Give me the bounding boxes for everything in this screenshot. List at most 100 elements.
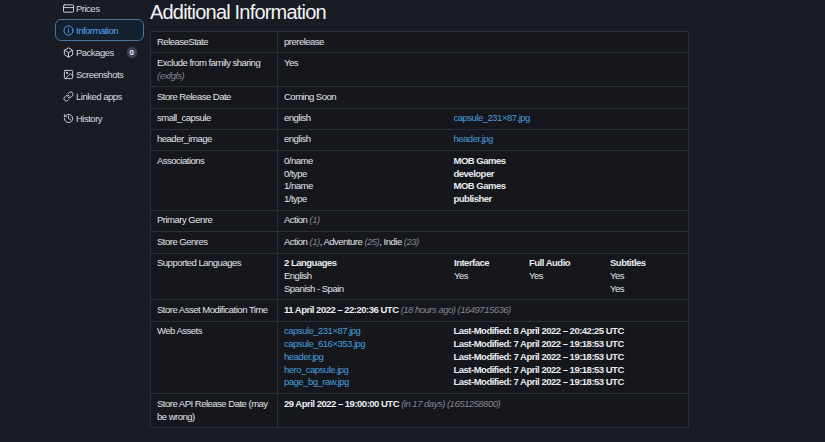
- value-text: 0/type: [284, 168, 307, 179]
- value-line: 29 April 2022 – 19:00:00 UTC (in 17 days…: [284, 398, 682, 411]
- value-muted: (1651258800): [445, 398, 500, 409]
- sidebar-item-history[interactable]: History: [55, 107, 144, 129]
- row-label-text: small_capsule: [157, 112, 211, 123]
- value-line: MOB Games: [454, 180, 683, 193]
- row-value: 2 LanguagesInterfaceFull AudioSubtitlesE…: [278, 253, 689, 300]
- value-bold: publisher: [454, 193, 492, 204]
- value-line: 0/type: [284, 168, 442, 181]
- languages-value: Yes: [454, 270, 468, 281]
- row-value-detail: Last-Modified: 8 April 2022 – 20:42:25 U…: [448, 321, 689, 393]
- screenshots-icon: [63, 69, 74, 80]
- prices-icon: [63, 3, 74, 14]
- languages-cell: Yes: [604, 283, 688, 296]
- row-value: 29 April 2022 – 19:00:00 UTC (in 17 days…: [278, 394, 689, 428]
- row-label-text: Associations: [157, 155, 204, 166]
- table-row: ReleaseStateprerelease: [151, 32, 689, 53]
- row-value: Action (1), Adventure (25), Indie (23): [278, 232, 689, 253]
- table-row: Store GenresAction (1), Adventure (25), …: [151, 232, 689, 253]
- value-line: english: [284, 112, 442, 125]
- value-line: page_bg_raw.jpg: [284, 376, 442, 389]
- row-label-text: Supported Languages: [157, 257, 241, 268]
- asset-link[interactable]: header.jpg: [454, 133, 493, 144]
- row-value-key: english: [278, 129, 448, 150]
- sidebar-item-screenshots[interactable]: Screenshots: [55, 63, 144, 85]
- row-value: Yes: [278, 53, 689, 87]
- row-label: Supported Languages: [151, 253, 278, 300]
- row-value: Coming Soon: [278, 87, 689, 108]
- table-row: Associations 0/name0/type1/name1/type MOB …: [151, 151, 689, 211]
- value-bold: Last-Modified: 7 April 2022 – 19:18:53 U…: [454, 351, 624, 362]
- sidebar-item-label: Linked apps: [76, 91, 122, 102]
- languages-row: English Yes Yes Yes: [278, 270, 688, 283]
- languages-value: Yes: [529, 270, 543, 281]
- languages-header: Interface: [454, 257, 489, 268]
- value-text: , Indie: [379, 236, 404, 247]
- row-value-detail: capsule_231×87.jpg: [448, 108, 689, 129]
- value-line: Last-Modified: 7 April 2022 – 19:18:53 U…: [454, 351, 683, 364]
- value-muted: (23): [404, 236, 419, 247]
- languages-cell: Yes: [604, 270, 688, 283]
- languages-cell: English: [278, 270, 448, 283]
- languages-cell: Yes: [448, 270, 523, 283]
- sidebar-item-prices[interactable]: Prices: [55, 0, 144, 19]
- asset-link[interactable]: hero_capsule.jpg: [284, 364, 348, 375]
- value-bold: Last-Modified: 8 April 2022 – 20:42:25 U…: [454, 325, 624, 336]
- row-label: Web Assets: [151, 321, 278, 393]
- sidebar-item-label: Screenshots: [76, 69, 123, 80]
- value-line: english: [284, 133, 442, 146]
- value-line: capsule_231×87.jpg: [284, 325, 442, 338]
- value-text: Action: [284, 236, 310, 247]
- row-value: Action (1): [278, 210, 689, 231]
- row-label-text: Store Release Date: [157, 91, 231, 102]
- info-table-body: ReleaseStateprereleaseExclude from famil…: [151, 32, 689, 428]
- row-label: Store Genres: [151, 232, 278, 253]
- value-bold: Last-Modified: 7 April 2022 – 19:18:53 U…: [454, 338, 624, 349]
- sidebar-item-linked-apps[interactable]: Linked apps: [55, 85, 144, 107]
- value-line: Last-Modified: 7 April 2022 – 19:18:53 U…: [454, 338, 683, 351]
- languages-table: 2 LanguagesInterfaceFull AudioSubtitlesE…: [278, 257, 688, 295]
- asset-link[interactable]: capsule_231×87.jpg: [284, 325, 360, 336]
- value-muted: (1): [310, 214, 320, 225]
- asset-link[interactable]: page_bg_raw.jpg: [284, 376, 349, 387]
- value-bold: MOB Games: [454, 155, 506, 166]
- sidebar-item-label: Information: [76, 25, 118, 36]
- row-value-key: capsule_231×87.jpg capsule_616×353.jpghea…: [278, 321, 448, 393]
- row-label: Primary Genre: [151, 210, 278, 231]
- row-label-text: ReleaseState: [157, 36, 208, 47]
- value-text: Yes: [284, 57, 298, 68]
- value-text: , Adventure: [320, 236, 365, 247]
- sidebar-item-packages[interactable]: Packages0: [55, 41, 144, 63]
- table-row: Primary Genre Action (1): [151, 210, 689, 231]
- value-line: Coming Soon: [284, 91, 682, 104]
- value-line: Last-Modified: 7 April 2022 – 19:18:53 U…: [454, 376, 683, 389]
- value-line: Action (1): [284, 214, 682, 227]
- value-line: Last-Modified: 8 April 2022 – 20:42:25 U…: [454, 325, 683, 338]
- languages-cell: [448, 283, 523, 296]
- row-label: Store Asset Modification Time: [151, 300, 278, 321]
- information-icon: [63, 25, 74, 36]
- table-row: Store API Release Date (may be wrong)29 …: [151, 394, 689, 428]
- value-bold: MOB Games: [454, 180, 506, 191]
- value-line: capsule_231×87.jpg: [454, 112, 683, 125]
- value-muted: (1649715636): [455, 304, 510, 315]
- row-label-text: Store Asset Modification Time: [157, 304, 268, 315]
- value-text: 1/type: [284, 193, 307, 204]
- row-label-text: Web Assets: [157, 325, 202, 336]
- languages-value: Spanish - Spain: [284, 283, 344, 294]
- asset-link[interactable]: capsule_231×87.jpg: [454, 112, 530, 123]
- packages-icon: [63, 47, 74, 58]
- languages-cell: Spanish - Spain: [278, 283, 448, 296]
- languages-header: Full Audio: [529, 257, 570, 268]
- asset-link[interactable]: capsule_616×353.jpg: [284, 338, 365, 349]
- row-label: header_image: [151, 129, 278, 150]
- row-value-key: 0/name0/type1/name1/type: [278, 151, 448, 211]
- asset-link[interactable]: header.jpg: [284, 351, 323, 362]
- packages-count-badge: 0: [127, 47, 137, 58]
- page-title: Additional Information: [150, 0, 710, 24]
- value-bold: 11 April 2022 – 22:20:36 UTC: [284, 304, 399, 315]
- table-row: Store Release Date Coming Soon: [151, 87, 689, 108]
- value-bold: developer: [454, 168, 494, 179]
- linked-apps-icon: [63, 91, 74, 102]
- languages-cell: 2 Languages: [278, 257, 448, 270]
- sidebar-item-information[interactable]: Information: [55, 19, 144, 41]
